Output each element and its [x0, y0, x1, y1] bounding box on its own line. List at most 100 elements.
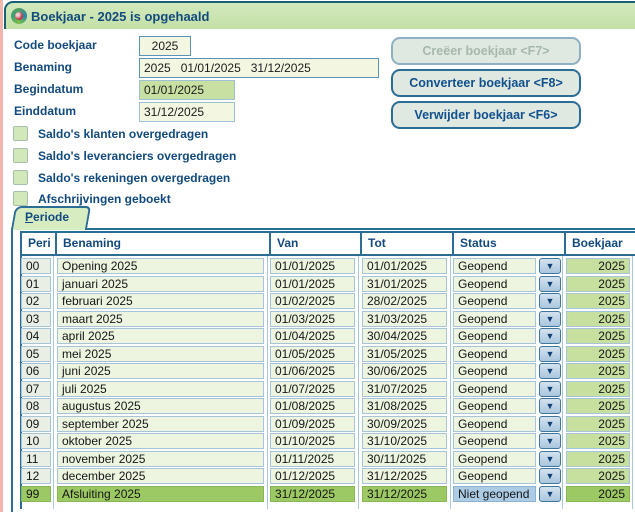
period-year-cell[interactable]: 2025 — [566, 381, 630, 397]
period-to-cell[interactable]: 31/03/2025 — [362, 311, 447, 327]
period-code-cell[interactable]: 07 — [21, 381, 51, 397]
period-name-cell[interactable]: Opening 2025 — [57, 258, 264, 274]
period-name-cell[interactable]: mei 2025 — [57, 346, 264, 362]
period-to-cell[interactable]: 31/08/2025 — [362, 398, 447, 414]
tab-periode[interactable]: Periode — [13, 206, 89, 230]
period-year-cell[interactable]: 2025 — [566, 328, 630, 344]
period-from-cell[interactable]: 01/01/2025 — [270, 258, 355, 274]
afschrijvingen-checkbox[interactable] — [13, 191, 28, 206]
period-code-cell[interactable]: 11 — [21, 451, 51, 467]
period-from-cell[interactable]: 31/12/2025 — [270, 486, 355, 502]
period-status-cell[interactable]: Geopend — [453, 258, 536, 274]
period-to-cell[interactable]: 30/06/2025 — [362, 363, 447, 379]
period-year-cell[interactable]: 2025 — [566, 433, 630, 449]
period-name-cell[interactable]: november 2025 — [57, 451, 264, 467]
period-from-cell[interactable]: 01/06/2025 — [270, 363, 355, 379]
period-name-cell[interactable]: december 2025 — [57, 468, 264, 484]
period-year-cell[interactable]: 2025 — [566, 468, 630, 484]
period-name-cell[interactable]: januari 2025 — [57, 276, 264, 292]
status-dropdown-button[interactable]: ▼ — [539, 293, 561, 309]
period-year-cell[interactable]: 2025 — [566, 416, 630, 432]
period-status-cell[interactable]: Geopend — [453, 398, 536, 414]
period-status-cell[interactable]: Geopend — [453, 346, 536, 362]
period-to-cell[interactable]: 31/01/2025 — [362, 276, 447, 292]
period-from-cell[interactable]: 01/02/2025 — [270, 293, 355, 309]
period-code-cell[interactable]: 02 — [21, 293, 51, 309]
period-year-cell[interactable]: 2025 — [566, 258, 630, 274]
period-name-cell[interactable]: februari 2025 — [57, 293, 264, 309]
period-name-cell[interactable]: augustus 2025 — [57, 398, 264, 414]
converteer-boekjaar-button[interactable]: Converteer boekjaar <F8> — [391, 69, 581, 97]
period-name-cell[interactable]: september 2025 — [57, 416, 264, 432]
period-status-cell[interactable]: Geopend — [453, 416, 536, 432]
period-status-cell[interactable]: Geopend — [453, 328, 536, 344]
period-to-cell[interactable]: 30/11/2025 — [362, 451, 447, 467]
period-to-cell[interactable]: 01/01/2025 — [362, 258, 447, 274]
period-name-cell[interactable]: oktober 2025 — [57, 433, 264, 449]
status-dropdown-button[interactable]: ▼ — [539, 346, 561, 362]
period-year-cell[interactable]: 2025 — [566, 363, 630, 379]
verwijder-boekjaar-button[interactable]: Verwijder boekjaar <F6> — [391, 101, 581, 129]
period-code-cell[interactable]: 10 — [21, 433, 51, 449]
status-dropdown-button[interactable]: ▼ — [539, 416, 561, 432]
period-to-cell[interactable]: 31/05/2025 — [362, 346, 447, 362]
period-status-cell[interactable]: Geopend — [453, 311, 536, 327]
period-from-cell[interactable]: 01/01/2025 — [270, 276, 355, 292]
status-dropdown-button[interactable]: ▼ — [539, 258, 561, 274]
period-name-cell[interactable]: april 2025 — [57, 328, 264, 344]
period-from-cell[interactable]: 01/07/2025 — [270, 381, 355, 397]
period-from-cell[interactable]: 01/12/2025 — [270, 468, 355, 484]
period-to-cell[interactable]: 31/12/2025 — [362, 486, 447, 502]
benaming-field[interactable]: 2025 01/01/2025 31/12/2025 — [139, 58, 379, 78]
period-status-cell[interactable]: Geopend — [453, 381, 536, 397]
period-name-cell[interactable]: juni 2025 — [57, 363, 264, 379]
period-to-cell[interactable]: 31/07/2025 — [362, 381, 447, 397]
period-to-cell[interactable]: 31/12/2025 — [362, 468, 447, 484]
status-dropdown-button[interactable]: ▼ — [539, 468, 561, 484]
status-dropdown-button[interactable]: ▼ — [539, 433, 561, 449]
period-status-cell[interactable]: Geopend — [453, 276, 536, 292]
period-code-cell[interactable]: 03 — [21, 311, 51, 327]
status-dropdown-button[interactable]: ▼ — [539, 451, 561, 467]
status-dropdown-button[interactable]: ▼ — [539, 486, 561, 502]
period-from-cell[interactable]: 01/09/2025 — [270, 416, 355, 432]
period-name-cell[interactable]: Afsluiting 2025 — [57, 486, 264, 502]
period-year-cell[interactable]: 2025 — [566, 398, 630, 414]
status-dropdown-button[interactable]: ▼ — [539, 363, 561, 379]
period-code-cell[interactable]: 04 — [21, 328, 51, 344]
period-code-cell[interactable]: 05 — [21, 346, 51, 362]
period-status-cell[interactable]: Niet geopend — [453, 486, 536, 502]
period-code-cell[interactable]: 99 — [21, 486, 51, 502]
period-from-cell[interactable]: 01/08/2025 — [270, 398, 355, 414]
period-code-cell[interactable]: 01 — [21, 276, 51, 292]
status-dropdown-button[interactable]: ▼ — [539, 328, 561, 344]
period-status-cell[interactable]: Geopend — [453, 451, 536, 467]
status-dropdown-button[interactable]: ▼ — [539, 276, 561, 292]
period-from-cell[interactable]: 01/10/2025 — [270, 433, 355, 449]
period-name-cell[interactable]: maart 2025 — [57, 311, 264, 327]
period-code-cell[interactable]: 08 — [21, 398, 51, 414]
period-to-cell[interactable]: 28/02/2025 — [362, 293, 447, 309]
saldos-rekeningen-checkbox[interactable] — [13, 170, 28, 185]
saldos-klanten-checkbox[interactable] — [13, 126, 28, 141]
saldos-leveranciers-checkbox[interactable] — [13, 148, 28, 163]
period-from-cell[interactable]: 01/04/2025 — [270, 328, 355, 344]
period-year-cell[interactable]: 2025 — [566, 486, 630, 502]
status-dropdown-button[interactable]: ▼ — [539, 398, 561, 414]
begindatum-field[interactable]: 01/01/2025 — [139, 80, 235, 100]
period-status-cell[interactable]: Geopend — [453, 468, 536, 484]
einddatum-field[interactable]: 31/12/2025 — [139, 102, 235, 122]
period-status-cell[interactable]: Geopend — [453, 293, 536, 309]
status-dropdown-button[interactable]: ▼ — [539, 381, 561, 397]
period-name-cell[interactable]: juli 2025 — [57, 381, 264, 397]
period-year-cell[interactable]: 2025 — [566, 293, 630, 309]
period-to-cell[interactable]: 31/10/2025 — [362, 433, 447, 449]
period-code-cell[interactable]: 00 — [21, 258, 51, 274]
period-year-cell[interactable]: 2025 — [566, 346, 630, 362]
period-year-cell[interactable]: 2025 — [566, 451, 630, 467]
status-dropdown-button[interactable]: ▼ — [539, 311, 561, 327]
period-from-cell[interactable]: 01/03/2025 — [270, 311, 355, 327]
period-code-cell[interactable]: 06 — [21, 363, 51, 379]
period-status-cell[interactable]: Geopend — [453, 363, 536, 379]
period-to-cell[interactable]: 30/04/2025 — [362, 328, 447, 344]
